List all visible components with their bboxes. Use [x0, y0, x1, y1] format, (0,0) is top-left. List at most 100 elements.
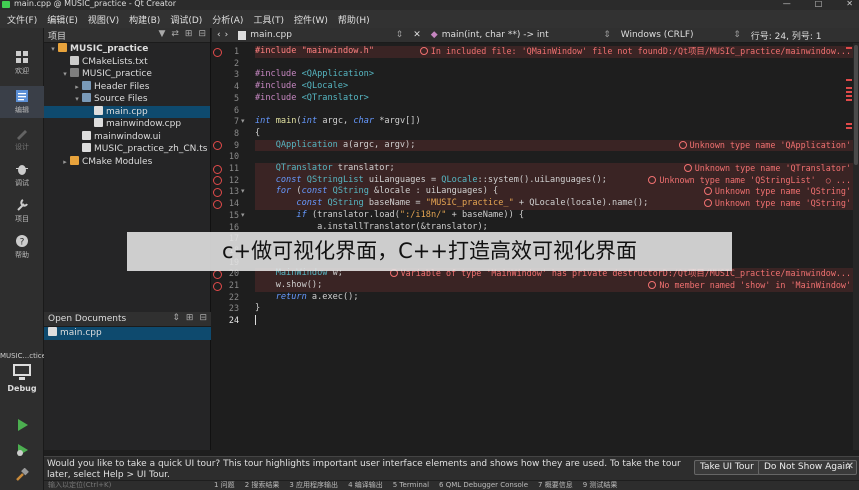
status-tab-compile[interactable]: 4 编译输出	[348, 481, 383, 490]
tree-item[interactable]: ▾ Source Files	[44, 93, 210, 106]
error-marker-icon[interactable]	[213, 187, 222, 197]
tree-item[interactable]: mainwindow.cpp	[44, 118, 210, 131]
kit-selector[interactable]: MUSIC...ctice Debug	[0, 352, 46, 393]
menu-edit[interactable]: 编辑(E)	[42, 13, 83, 26]
cursor-position[interactable]: 行号: 24, 列号: 1	[746, 29, 827, 42]
link-icon[interactable]: ⇄	[171, 29, 179, 39]
do-not-show-again-button[interactable]: Do Not Show Again	[758, 460, 857, 475]
forward-arrow-icon[interactable]: ›	[225, 30, 229, 40]
status-tab-app-output[interactable]: 3 应用程序输出	[289, 481, 338, 490]
filter-icon[interactable]: ▼	[158, 29, 165, 39]
code-line[interactable]: {	[255, 128, 859, 140]
file-selector[interactable]: main.cpp ⇕	[233, 30, 408, 40]
mode-edit[interactable]: 编辑	[0, 86, 44, 118]
error-marker-icon[interactable]	[213, 164, 222, 174]
file-icon	[82, 80, 91, 90]
mode-welcome[interactable]: 欢迎	[0, 50, 44, 76]
file-icon	[58, 43, 67, 52]
code-line[interactable]	[255, 151, 859, 163]
close-file-button[interactable]: ✕	[408, 30, 426, 40]
open-document-item[interactable]: main.cpp	[44, 327, 211, 340]
expanded-arrow-icon[interactable]: ▾	[60, 68, 70, 81]
sort-icon[interactable]: ⇕	[172, 313, 180, 323]
mode-projects[interactable]: 项目	[0, 198, 44, 224]
status-tab-tests[interactable]: 9 测试结果	[583, 481, 618, 490]
minimize-button[interactable]: —	[783, 0, 791, 8]
diagnostic-message[interactable]: Unknown type name 'QTranslator'	[683, 163, 851, 175]
menu-file[interactable]: 文件(F)	[2, 13, 42, 26]
take-ui-tour-button[interactable]: Take UI Tour	[694, 460, 760, 475]
tree-item[interactable]: ▾ MUSIC_practice	[44, 68, 210, 81]
maximize-button[interactable]: □	[815, 0, 823, 8]
split-icon[interactable]: ⊞	[185, 29, 193, 39]
error-marker-icon[interactable]	[213, 269, 222, 279]
tree-item[interactable]: mainwindow.ui	[44, 130, 210, 144]
close-file-icon[interactable]: ✕	[413, 30, 421, 40]
error-marker-icon[interactable]	[213, 199, 222, 209]
close-window-button[interactable]: ✕	[846, 0, 853, 8]
code-line[interactable]: }	[255, 303, 859, 315]
expanded-arrow-icon[interactable]: ▾	[48, 43, 58, 56]
fold-arrow-icon[interactable]: ▾	[241, 116, 245, 128]
code-line[interactable]: #include <QApplication>	[255, 69, 859, 81]
status-tab-search[interactable]: 2 搜索结果	[245, 481, 280, 490]
tree-item[interactable]: ▸ Header Files	[44, 80, 210, 94]
build-button[interactable]	[0, 468, 44, 484]
tree-item[interactable]: CMakeLists.txt	[44, 55, 210, 69]
menu-view[interactable]: 视图(V)	[83, 13, 124, 26]
symbol-selector[interactable]: ◆ main(int, char **) -> int ⇕	[426, 30, 616, 40]
code-line[interactable]	[255, 315, 859, 327]
status-tab-qml[interactable]: 6 QML Debugger Console	[439, 481, 528, 490]
code-line[interactable]: #include <QLocale>	[255, 81, 859, 93]
tree-item[interactable]: ▾ MUSIC_practice	[44, 43, 210, 56]
diagnostic-message[interactable]: Unknown type name 'QApplication'	[678, 139, 851, 152]
menu-analyze[interactable]: 分析(A)	[207, 13, 248, 26]
mode-debug[interactable]: 调试	[0, 162, 44, 188]
editor-scrollbar[interactable]	[853, 43, 859, 450]
code-line[interactable]	[255, 58, 859, 70]
tree-item[interactable]: ▸ CMake Modules	[44, 155, 210, 169]
status-tab-terminal[interactable]: 5 Terminal	[393, 481, 429, 490]
code-line[interactable]: #include <QTranslator>	[255, 93, 859, 105]
fold-arrow-icon[interactable]: ▾	[241, 186, 245, 198]
line-ending-selector[interactable]: Windows (CRLF) ⇕	[616, 30, 746, 40]
expanded-arrow-icon[interactable]: ▾	[72, 93, 82, 106]
error-marker-icon[interactable]	[213, 47, 222, 57]
debug-run-button[interactable]	[0, 443, 44, 459]
status-tab-summary[interactable]: 7 概要信息	[538, 481, 573, 490]
diagnostic-message[interactable]: Unknown type name 'QStringList' ○ ...	[648, 174, 851, 187]
back-arrow-icon[interactable]: ‹	[217, 30, 221, 40]
close-infobar-icon[interactable]: ✕	[846, 461, 854, 472]
status-tab-issues[interactable]: 1 问题	[214, 481, 235, 490]
diagnostic-message[interactable]: Unknown type name 'QString'	[703, 186, 851, 199]
code-line[interactable]	[255, 105, 859, 117]
split-icon[interactable]: ⊞	[186, 313, 194, 323]
menu-help[interactable]: 帮助(H)	[333, 13, 375, 26]
nav-back-forward[interactable]: ‹ ›	[212, 30, 233, 40]
diagnostic-message[interactable]: No member named 'show' in 'MainWindow'	[648, 280, 851, 292]
code-line[interactable]: int main(int argc, char *argv[])	[255, 116, 859, 128]
diagnostic-message[interactable]: In included file: 'QMainWindow' file not…	[419, 46, 851, 58]
collapsed-arrow-icon[interactable]: ▸	[72, 81, 82, 94]
collapsed-arrow-icon[interactable]: ▸	[60, 156, 70, 169]
tree-item[interactable]: main.cpp	[44, 105, 210, 118]
tree-item-label: MUSIC_practice_zh_CN.ts	[94, 144, 208, 154]
fold-arrow-icon[interactable]: ▾	[241, 210, 245, 222]
code-line[interactable]: return a.exec();	[255, 292, 859, 304]
menu-widgets[interactable]: 控件(W)	[289, 13, 333, 26]
menu-debug[interactable]: 调试(D)	[165, 13, 207, 26]
scrollbar-error-mark	[846, 79, 852, 81]
locator-input[interactable]: 输入以定位(Ctrl+K)	[48, 481, 111, 490]
mode-help[interactable]: ? 帮助	[0, 234, 44, 260]
code-line[interactable]: if (translator.load(":/i18n/" + baseName…	[255, 210, 859, 222]
diagnostic-message[interactable]: Unknown type name 'QString'	[703, 198, 851, 210]
menu-build[interactable]: 构建(B)	[124, 13, 165, 26]
close-panel-icon[interactable]: ⊟	[199, 313, 207, 323]
close-panel-icon[interactable]: ⊟	[198, 29, 206, 39]
menu-tools[interactable]: 工具(T)	[248, 13, 289, 26]
run-button[interactable]	[0, 418, 44, 434]
scrollbar-thumb[interactable]	[854, 45, 858, 165]
error-marker-icon[interactable]	[213, 281, 222, 291]
mode-design[interactable]: 设计	[0, 126, 44, 152]
tree-item[interactable]: MUSIC_practice_zh_CN.ts	[44, 143, 210, 156]
